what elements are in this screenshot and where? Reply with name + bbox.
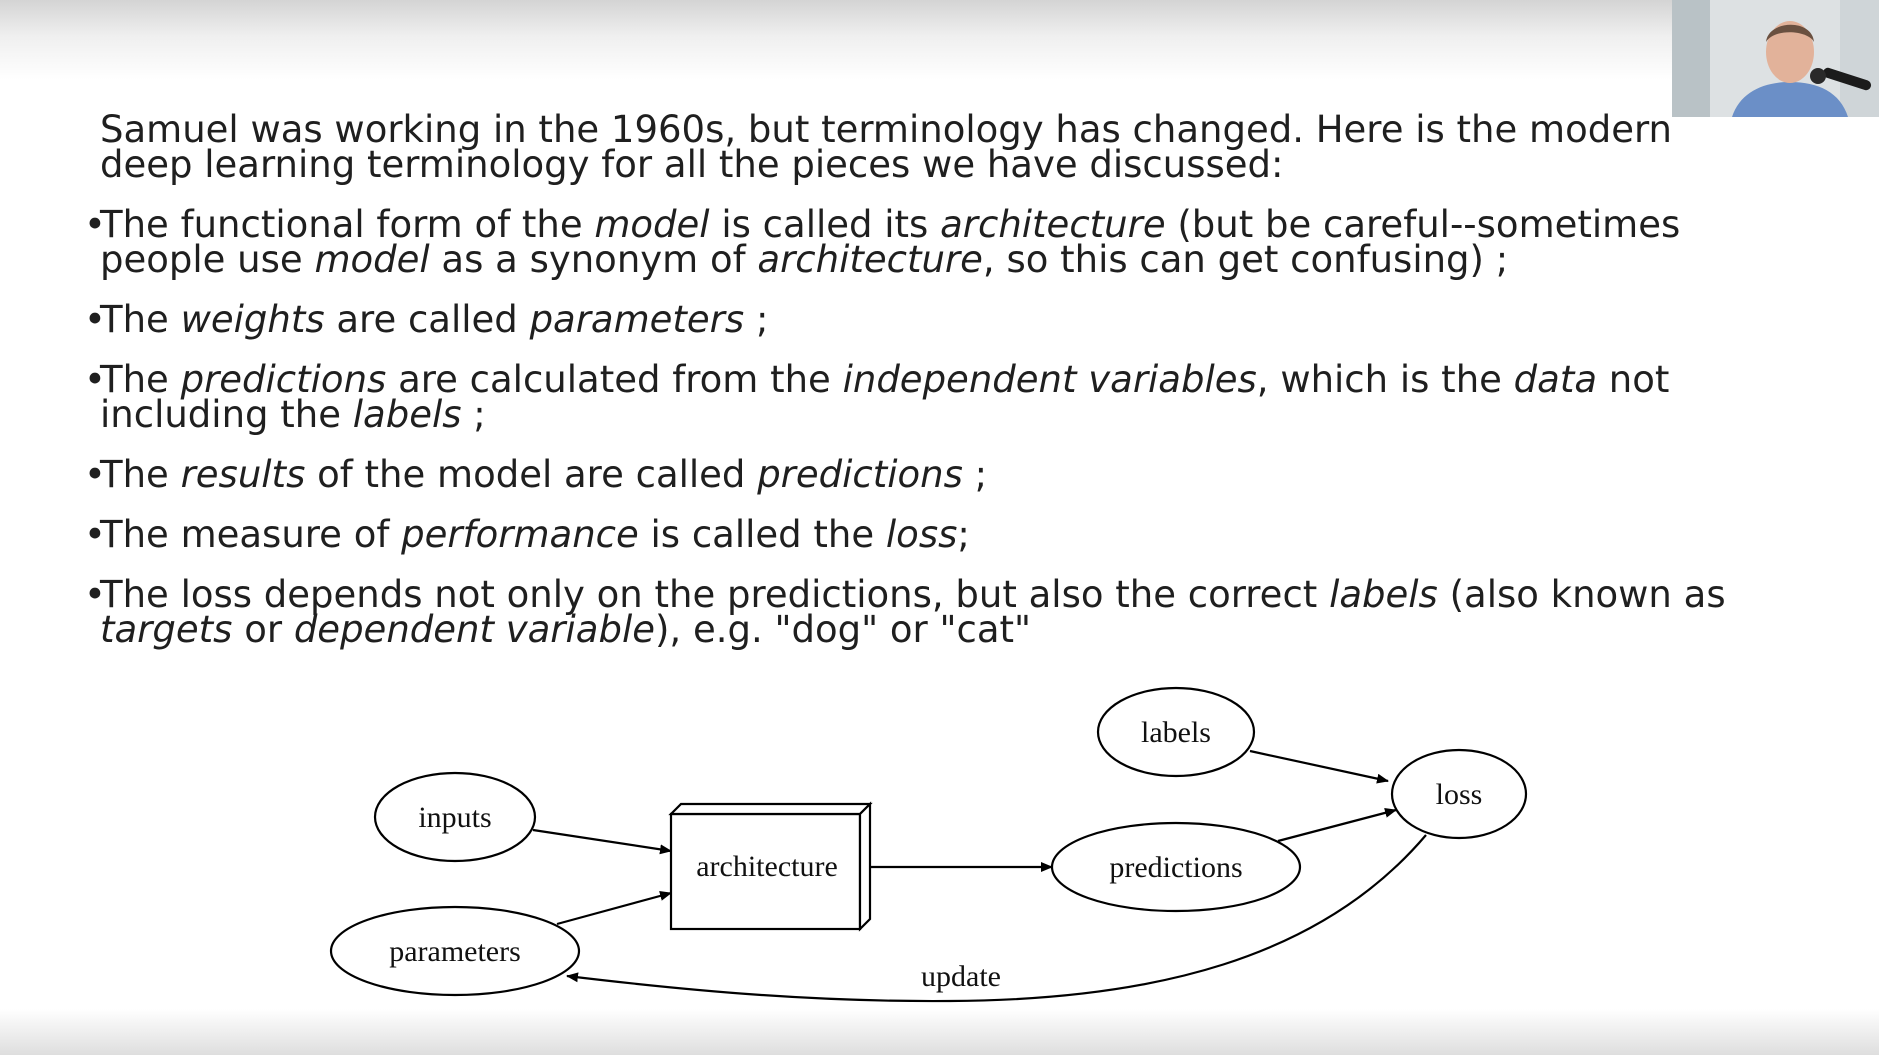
node-loss-label: loss [1436, 778, 1483, 811]
node-predictions: predictions [1050, 821, 1302, 913]
edge-inputs-architecture [532, 828, 672, 855]
node-parameters: parameters [329, 905, 581, 997]
node-labels: labels [1096, 686, 1256, 778]
node-architecture-label: architecture [696, 850, 838, 883]
node-parameters-label: parameters [389, 935, 521, 968]
presenter-webcam-icon [1672, 0, 1879, 117]
presenter-webcam-feed [1672, 0, 1879, 117]
training-loop-diagram: inputs parameters architecture predictio… [329, 686, 1528, 1003]
node-predictions-label: predictions [1109, 851, 1242, 884]
node-inputs: inputs [373, 771, 537, 863]
node-loss: loss [1390, 748, 1528, 840]
node-architecture: architecture [668, 801, 873, 932]
edge-parameters-architecture [556, 891, 672, 926]
node-labels-label: labels [1141, 716, 1211, 749]
edge-labels-loss [1249, 749, 1389, 784]
edge-update-label: update [921, 960, 1001, 993]
node-inputs-label: inputs [418, 801, 491, 834]
edge-predictions-loss [1277, 807, 1397, 843]
